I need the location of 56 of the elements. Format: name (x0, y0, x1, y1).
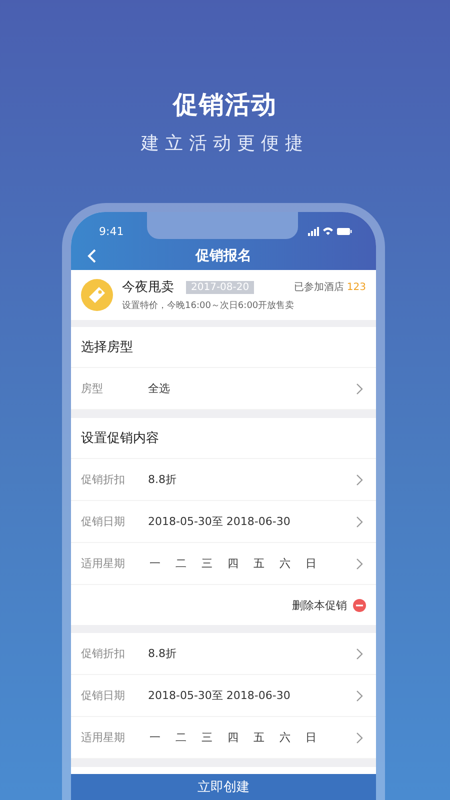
weekday: 五 (252, 730, 266, 745)
weekday: 二 (174, 730, 188, 745)
weekday: 三 (200, 556, 214, 571)
form-row[interactable]: 促销日期 2018-05-30至 2018-06-30 (71, 501, 376, 543)
joined-label: 已参加酒店 (294, 280, 344, 294)
form-row[interactable]: 促销日期 2018-05-30至 2018-06-30 (71, 675, 376, 717)
row-label: 适用星期 (81, 730, 126, 745)
weekday: 日 (304, 730, 318, 745)
create-button[interactable]: 立即创建 (71, 774, 376, 800)
row-value: 8.8折 (148, 646, 178, 661)
chevron-icon (356, 558, 363, 570)
tag-icon (81, 279, 113, 311)
weekday: 日 (304, 556, 318, 571)
status-icons-icon (308, 226, 352, 236)
back-icon[interactable] (87, 249, 97, 263)
weekday: 六 (278, 730, 292, 745)
weekday: 五 (252, 556, 266, 571)
chevron-icon (356, 732, 363, 744)
joined-count: 123 (346, 282, 366, 292)
chevron-icon (356, 690, 363, 702)
form-row[interactable]: 适用星期 一 二 三 四 五 六 日 (71, 717, 376, 759)
weekday: 二 (174, 556, 188, 571)
chevron-icon (356, 516, 363, 528)
row-label: 促销折扣 (81, 472, 126, 487)
weekday: 一 (148, 556, 162, 571)
weekday: 六 (278, 556, 292, 571)
row-label: 促销折扣 (81, 646, 126, 661)
row-label: 促销日期 (81, 688, 126, 703)
row-label: 适用星期 (81, 556, 126, 571)
remove-icon[interactable] (353, 598, 366, 612)
form-row[interactable]: 促销折扣 8.8折 (71, 459, 376, 501)
section-title: 设置促销内容 (71, 418, 376, 459)
weekday: 一 (148, 730, 162, 745)
chevron-icon (356, 648, 363, 660)
weekday: 四 (226, 556, 240, 571)
event-description: 设置特价，今晚16:00～次日6:00开放售卖 (122, 300, 296, 312)
weekday: 四 (226, 730, 240, 745)
status-time: 9:41 (99, 224, 124, 238)
chevron-icon (356, 382, 363, 394)
row-label: 促销日期 (81, 514, 126, 529)
section-title: 选择房型 (71, 327, 376, 368)
chevron-icon (356, 474, 363, 486)
form-row[interactable]: 房型 全选 (71, 368, 376, 410)
row-value: 8.8折 (148, 472, 178, 487)
row-value: 2018-05-30至 2018-06-30 (148, 514, 292, 529)
page-subtitle: 建立活动更便捷 (141, 132, 309, 155)
page-title: 促销活动 (173, 89, 277, 121)
delete-link[interactable]: 删除本促销 (292, 598, 347, 612)
row-value: 全选 (148, 381, 171, 396)
event-name: 今夜甩卖 (122, 279, 174, 296)
nav-title: 促销报名 (196, 247, 252, 265)
row-value: 2018-05-30至 2018-06-30 (148, 688, 292, 703)
weekday: 三 (200, 730, 214, 745)
row-label: 房型 (81, 381, 104, 396)
form-row[interactable]: 适用星期 一 二 三 四 五 六 日 (71, 543, 376, 585)
form-row[interactable]: 促销折扣 8.8折 (71, 633, 376, 675)
